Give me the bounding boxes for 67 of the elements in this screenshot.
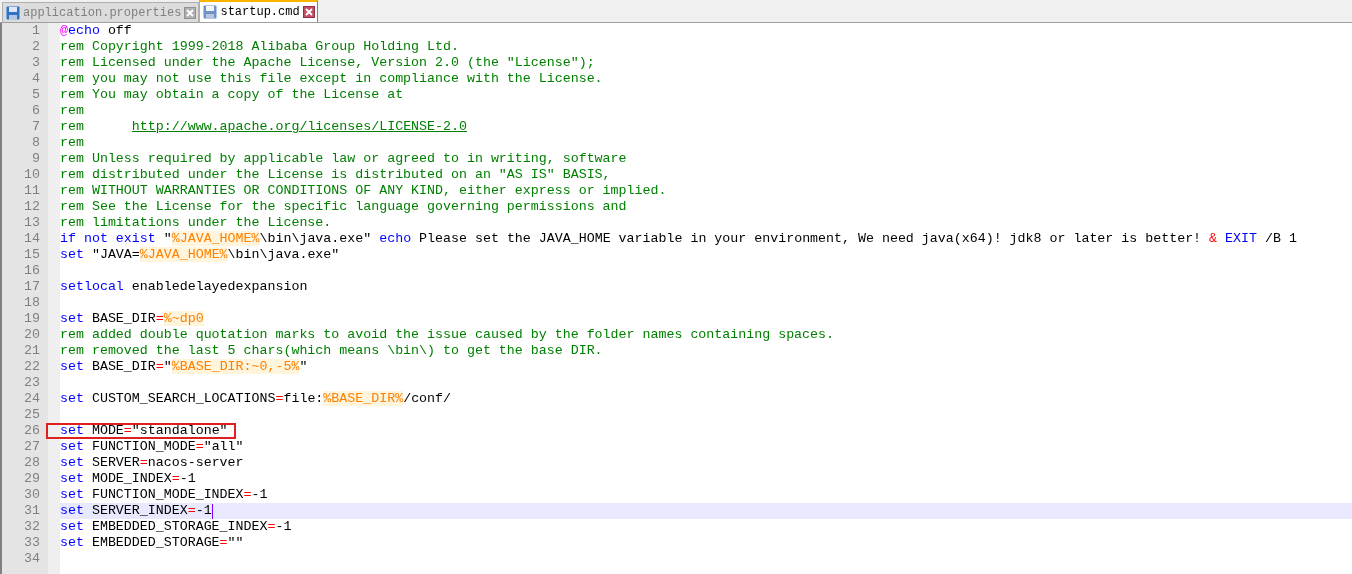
code-line: rem limitations under the License.	[60, 215, 332, 231]
code-line: rem http://www.apache.org/licenses/LICENSE-2.0	[60, 119, 467, 135]
line-number: 32	[23, 519, 41, 535]
line-number: 4	[31, 71, 41, 87]
line-number: 14	[23, 231, 41, 247]
code-line: set CUSTOM_SEARCH_LOCATIONS=file:%BASE_DIR%/conf/	[60, 391, 452, 407]
code-line: rem	[60, 103, 84, 119]
code-line: rem added double quotation marks to avoid the issue caused by the folder names containing spaces.	[60, 327, 834, 343]
line-number: 26	[23, 423, 41, 439]
code-line: setlocal enabledelayedexpansion	[60, 279, 308, 295]
line-number: 1	[31, 23, 41, 39]
line-number: 6	[31, 103, 41, 119]
code-line: set EMBEDDED_STORAGE_INDEX=-1	[60, 519, 292, 535]
line-number: 12	[23, 199, 41, 215]
code-line: set EMBEDDED_STORAGE=""	[60, 535, 244, 551]
line-number: 34	[23, 551, 41, 567]
line-number: 33	[23, 535, 41, 551]
text-cursor	[211, 503, 213, 519]
line-number: 5	[31, 87, 41, 103]
code-line: rem Unless required by applicable law or agreed to in writing, software	[60, 151, 627, 167]
code-line: rem distributed under the License is distributed on an "AS IS" BASIS,	[60, 167, 611, 183]
code-line: rem	[60, 135, 84, 151]
code-line: rem You may obtain a copy of the License at	[60, 87, 404, 103]
close-icon[interactable]	[302, 6, 315, 18]
line-number: 18	[23, 295, 41, 311]
code-line: set SERVER=nacos-server	[60, 455, 244, 471]
code-line: rem removed the last 5 chars(which means \bin\) to get the base DIR.	[60, 343, 603, 359]
line-number: 27	[23, 439, 41, 455]
line-number: 25	[23, 407, 41, 423]
code-line: set "JAVA=%JAVA_HOME%\bin\java.exe"	[60, 247, 340, 263]
line-number: 3	[31, 55, 41, 71]
line-number: 19	[23, 311, 41, 327]
code-line: set BASE_DIR="%BASE_DIR:~0,-5%"	[60, 359, 308, 375]
code-line: set SERVER_INDEX=-1	[60, 503, 212, 519]
line-number: 22	[23, 359, 41, 375]
line-number: 15	[23, 247, 41, 263]
code-line: rem WITHOUT WARRANTIES OR CONDITIONS OF ANY KIND, either express or implied.	[60, 183, 667, 199]
line-number: 21	[23, 343, 41, 359]
line-number: 9	[31, 151, 41, 167]
file-tab[interactable]: startup.cmd	[199, 0, 318, 22]
code-line: if not exist "%JAVA_HOME%\bin\java.exe" echo Please set the JAVA_HOME variable in your environment, We need java(x64)! jdk8 or later is better! & EXIT /B 1	[60, 231, 1297, 247]
line-number: 29	[23, 471, 41, 487]
line-number: 31	[23, 503, 41, 519]
code-line: rem you may not use this file except in compliance with the License.	[60, 71, 603, 87]
code-line: set FUNCTION_MODE="all"	[60, 439, 244, 455]
line-number: 8	[31, 135, 41, 151]
line-number: 17	[23, 279, 41, 295]
code-line: set FUNCTION_MODE_INDEX=-1	[60, 487, 268, 503]
code-line: rem Licensed under the Apache License, Version 2.0 (the "License");	[60, 55, 595, 71]
line-number: 28	[23, 455, 41, 471]
line-number: 30	[23, 487, 41, 503]
code-line: set MODE_INDEX=-1	[60, 471, 196, 487]
line-number: 24	[23, 391, 41, 407]
code-line: rem See the License for the specific language governing permissions and	[60, 199, 627, 215]
line-number: 11	[23, 183, 41, 199]
line-number: 20	[23, 327, 41, 343]
line-number: 13	[23, 215, 41, 231]
link[interactable]: http://www.apache.org/licenses/LICENSE-2.0	[131, 119, 467, 134]
line-number: 2	[31, 39, 41, 55]
code-line: rem Copyright 1999-2018 Alibaba Group Holding Ltd.	[60, 39, 459, 55]
file-tab[interactable]: application.properties	[2, 2, 200, 22]
line-number: 7	[31, 119, 41, 135]
line-number: 16	[23, 263, 41, 279]
code-line: @echo off	[60, 23, 132, 39]
code-line: set BASE_DIR=%~dp0	[60, 311, 204, 327]
line-number: 10	[23, 167, 41, 183]
line-number: 23	[23, 375, 41, 391]
